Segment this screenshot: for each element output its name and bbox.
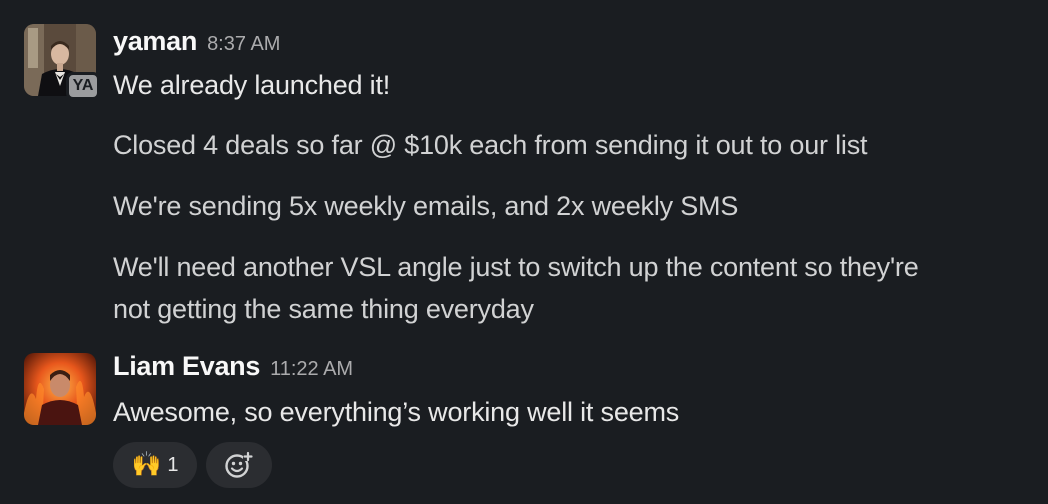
author-name[interactable]: Liam Evans bbox=[113, 351, 260, 381]
message-text: not getting the same thing everyday bbox=[113, 294, 534, 324]
message-text: Awesome, so everything’s working well it… bbox=[113, 397, 680, 427]
message-text: Closed 4 deals so far @ $10k each from s… bbox=[113, 130, 868, 160]
reaction-count: 1 bbox=[167, 453, 179, 476]
avatar-liam-evans[interactable] bbox=[24, 353, 96, 425]
add-reaction-icon bbox=[225, 451, 253, 478]
user-initials-badge: YA bbox=[66, 72, 100, 100]
message-text: We already launched it! bbox=[113, 70, 391, 100]
message-text: We're sending 5x weekly emails, and 2x w… bbox=[113, 191, 739, 221]
add-reaction-button[interactable] bbox=[206, 442, 272, 488]
raised-hands-emoji: 🙌 bbox=[131, 451, 162, 478]
author-name[interactable]: yaman bbox=[113, 26, 197, 56]
message-text: We'll need another VSL angle just to swi… bbox=[113, 252, 919, 282]
avatar-liam-evans-image bbox=[24, 353, 96, 425]
timestamp[interactable]: 11:22 AM bbox=[270, 358, 353, 380]
reaction-raised-hands[interactable]: 🙌 1 bbox=[113, 442, 197, 488]
timestamp[interactable]: 8:37 AM bbox=[207, 33, 280, 55]
message-header: Liam Evans 11:22 AM bbox=[113, 351, 353, 382]
message-header: yaman 8:37 AM bbox=[113, 26, 280, 57]
